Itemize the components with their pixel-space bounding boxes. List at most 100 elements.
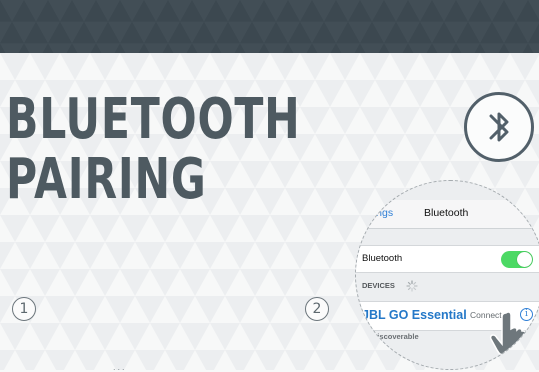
pattern-triangle	[300, 53, 330, 80]
pattern-triangle	[120, 323, 150, 350]
pattern-triangle	[480, 0, 504, 22]
pattern-triangle	[330, 107, 360, 134]
pattern-triangle	[84, 21, 108, 44]
pattern-triangle	[60, 323, 90, 350]
pattern-triangle	[150, 53, 180, 80]
pattern-triangle	[135, 350, 165, 370]
pattern-triangle	[105, 296, 135, 323]
pattern-triangle	[216, 0, 240, 22]
pattern-triangle	[330, 53, 360, 80]
pattern-triangle	[120, 269, 150, 296]
pattern-triangle	[315, 134, 345, 161]
pattern-triangle	[30, 323, 60, 350]
pattern-triangle	[300, 323, 330, 350]
step-number-1: 1	[12, 297, 36, 321]
pattern-triangle	[336, 43, 360, 53]
back-to-settings-link[interactable]: ttings	[368, 207, 393, 219]
pattern-triangle	[180, 269, 210, 296]
pattern-triangle	[72, 0, 96, 22]
pattern-triangle	[315, 188, 345, 215]
pattern-triangle	[435, 80, 465, 107]
pattern-triangle	[315, 80, 345, 107]
pattern-triangle	[225, 350, 255, 370]
pattern-triangle	[30, 215, 60, 242]
pattern-triangle	[168, 0, 192, 22]
pattern-triangle	[270, 269, 300, 296]
pattern-triangle	[0, 43, 24, 53]
pattern-triangle	[168, 43, 192, 53]
pattern-triangle	[375, 80, 405, 107]
pattern-triangle	[15, 242, 45, 269]
bottom-caption: ...	[113, 362, 127, 372]
pattern-triangle	[384, 43, 408, 53]
pattern-triangle	[345, 134, 375, 161]
pattern-triangle	[240, 43, 264, 53]
pattern-triangle	[180, 21, 204, 44]
pattern-triangle	[504, 43, 528, 53]
pattern-triangle	[75, 296, 105, 323]
pattern-triangle	[468, 21, 492, 44]
pattern-triangle	[312, 43, 336, 53]
pattern-triangle	[264, 0, 288, 22]
pattern-triangle	[195, 296, 225, 323]
pattern-triangle	[360, 43, 384, 53]
pattern-triangle	[90, 53, 120, 80]
pattern-triangle	[480, 53, 510, 80]
pattern-triangle	[360, 107, 390, 134]
pattern-triangle	[210, 269, 240, 296]
devices-header: DEVICES	[362, 281, 395, 290]
bluetooth-toggle[interactable]	[501, 251, 533, 268]
pattern-triangle	[165, 242, 195, 269]
pattern-triangle	[120, 215, 150, 242]
title-line-2: PAIRING	[6, 147, 207, 212]
pattern-triangle	[336, 0, 360, 22]
pattern-triangle	[480, 43, 504, 53]
toggle-knob	[517, 252, 532, 267]
pattern-triangle	[132, 21, 156, 44]
pattern-triangle	[420, 107, 450, 134]
pattern-triangle	[165, 296, 195, 323]
pattern-triangle	[90, 323, 120, 350]
pattern-triangle	[72, 43, 96, 53]
pattern-triangle	[75, 350, 105, 370]
pattern-triangle	[408, 43, 432, 53]
bluetooth-badge	[464, 92, 534, 162]
pattern-triangle	[420, 53, 450, 80]
pattern-triangle	[204, 21, 228, 44]
pattern-triangle	[36, 21, 60, 44]
pattern-triangle	[144, 43, 168, 53]
pattern-triangle	[75, 242, 105, 269]
pattern-triangle	[228, 21, 252, 44]
pattern-triangle	[432, 0, 456, 22]
pattern-triangle	[195, 350, 225, 370]
pattern-triangle	[90, 215, 120, 242]
pattern-triangle	[528, 43, 539, 53]
pattern-triangle	[195, 242, 225, 269]
pattern-triangle	[255, 242, 285, 269]
pattern-triangle	[432, 43, 456, 53]
pattern-triangle	[96, 0, 120, 22]
pattern-triangle	[0, 53, 30, 80]
pattern-triangle	[345, 80, 375, 107]
pattern-triangle	[288, 43, 312, 53]
pattern-triangle	[24, 0, 48, 22]
pattern-triangle	[30, 53, 60, 80]
pattern-triangle	[0, 215, 30, 242]
pattern-triangle	[276, 21, 300, 44]
pattern-triangle	[240, 0, 264, 22]
pattern-triangle	[240, 53, 270, 80]
pattern-triangle	[165, 350, 195, 370]
pattern-triangle	[444, 21, 468, 44]
pattern-triangle	[210, 215, 240, 242]
page-title: BLUETOOTH PAIRING	[6, 90, 301, 210]
pattern-triangle	[180, 53, 210, 80]
bluetooth-icon	[489, 112, 509, 142]
pattern-triangle	[285, 350, 315, 370]
pattern-triangle	[270, 215, 300, 242]
pattern-triangle	[90, 269, 120, 296]
pattern-triangle	[150, 215, 180, 242]
pattern-triangle	[408, 0, 432, 22]
pattern-triangle	[108, 21, 132, 44]
pattern-triangle	[300, 215, 330, 242]
pattern-triangle	[315, 242, 345, 269]
